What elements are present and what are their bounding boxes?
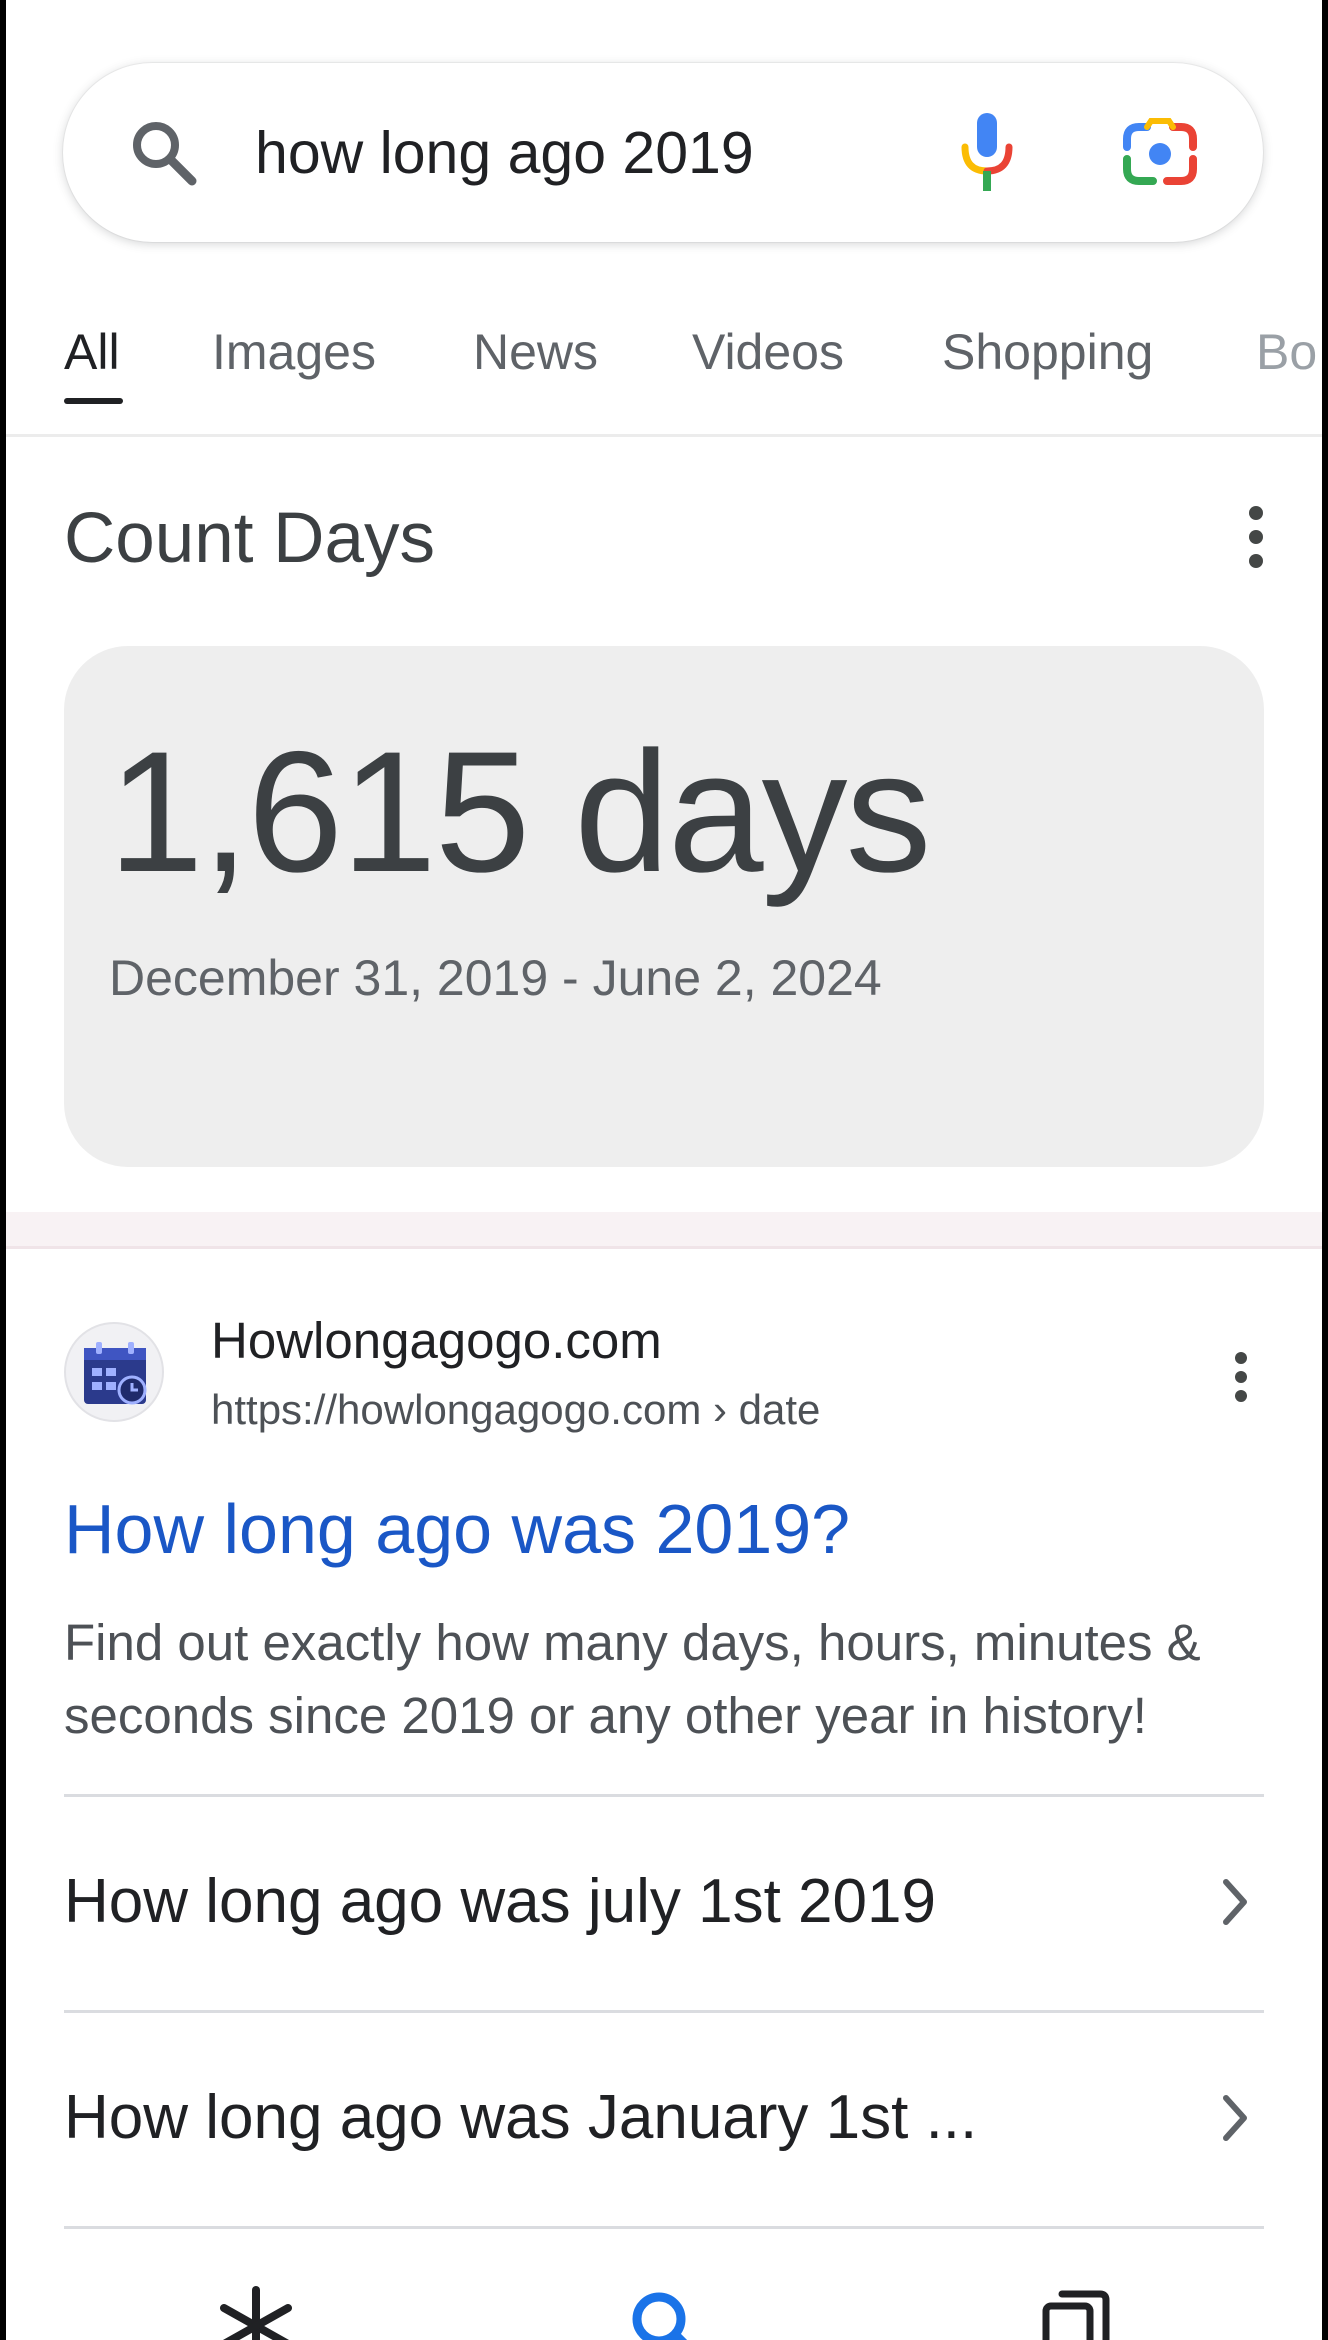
google-lens-camera-icon[interactable]: [1121, 117, 1199, 189]
tabs-icon[interactable]: [1040, 2286, 1120, 2340]
related-question-1[interactable]: How long ago was july 1st 2019: [64, 1852, 1264, 1952]
active-tab-indicator: [64, 398, 123, 404]
search-icon[interactable]: [129, 118, 199, 188]
result-title-link[interactable]: How long ago was 2019?: [64, 1486, 850, 1572]
result-site-name[interactable]: Howlongagogo.com: [211, 1310, 662, 1372]
tab-books[interactable]: Bo: [1256, 322, 1317, 382]
tabs-divider: [6, 434, 1322, 437]
section-separator: [6, 1212, 1322, 1249]
search-icon[interactable]: [626, 2286, 706, 2340]
related-question-2[interactable]: How long ago was January 1st ...: [64, 2068, 1264, 2168]
divider: [64, 2010, 1264, 2013]
result-url[interactable]: https://howlongagogo.com › date: [211, 1383, 820, 1437]
google-logo-fragment: [693, 0, 757, 8]
related-question-label: How long ago was January 1st ...: [64, 2083, 978, 2152]
related-question-label: How long ago was july 1st 2019: [64, 1867, 936, 1936]
bottom-navigation: [6, 2270, 1322, 2340]
day-count-value: 1,615 days: [108, 716, 932, 908]
microphone-icon[interactable]: [955, 111, 1019, 195]
divider: [64, 1794, 1264, 1797]
tab-images[interactable]: Images: [212, 322, 376, 382]
count-days-card: 1,615 days December 31, 2019 - June 2, 2…: [64, 646, 1264, 1167]
tab-shopping[interactable]: Shopping: [942, 322, 1153, 382]
result-snippet: Find out exactly how many days, hours, m…: [64, 1614, 1201, 1744]
chevron-right-icon: [1223, 1879, 1247, 1925]
tab-all[interactable]: All: [64, 322, 120, 382]
tab-videos[interactable]: Videos: [692, 322, 844, 382]
search-tabs: All Images News Videos Shopping Bo: [0, 314, 1322, 410]
count-days-title: Count Days: [64, 499, 435, 578]
site-favicon[interactable]: [64, 1322, 164, 1422]
date-range: December 31, 2019 - June 2, 2024: [109, 950, 882, 1006]
search-bar[interactable]: how long ago 2019: [63, 63, 1263, 242]
frame-edge-right: [1322, 0, 1328, 2340]
result-more-options-icon[interactable]: [1230, 1352, 1254, 1402]
calendar-clock-icon: [84, 1342, 147, 1405]
chevron-right-icon: [1223, 2095, 1247, 2141]
search-input[interactable]: how long ago 2019: [255, 115, 754, 191]
divider: [64, 2226, 1264, 2229]
tab-news[interactable]: News: [473, 322, 598, 382]
more-options-icon[interactable]: [1244, 504, 1268, 574]
discover-asterisk-icon[interactable]: [216, 2286, 296, 2340]
